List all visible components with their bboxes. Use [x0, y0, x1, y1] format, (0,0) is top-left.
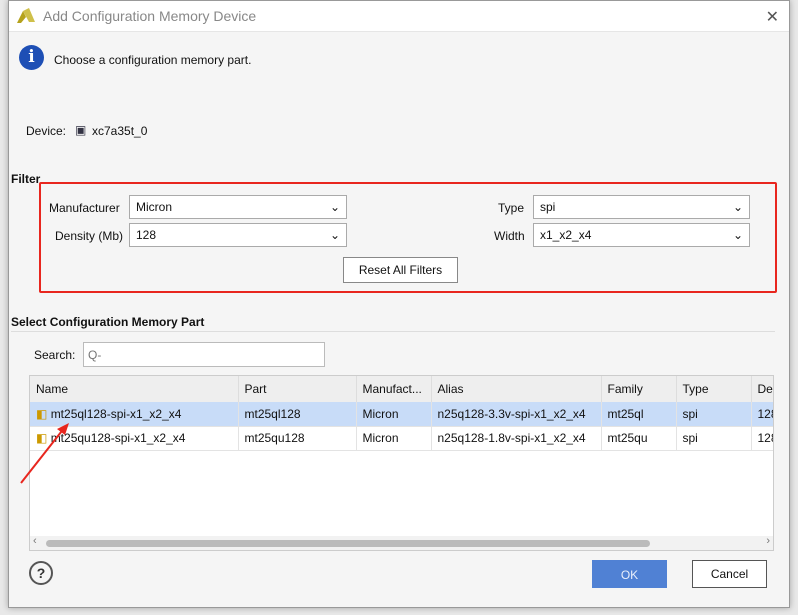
manufacturer-label: Manufacturer: [49, 201, 120, 215]
chip-icon: ▣: [75, 123, 87, 137]
chevron-down-icon: ⌄: [732, 228, 743, 242]
title-bar: Add Configuration Memory Device ✕: [9, 1, 789, 32]
ok-button[interactable]: OK: [592, 560, 667, 588]
cancel-button[interactable]: Cancel: [692, 560, 767, 588]
add-config-memory-dialog: Add Configuration Memory Device ✕ i Choo…: [8, 0, 790, 608]
density-label: Density (Mb): [55, 229, 124, 243]
device-label: Device:: [26, 124, 67, 138]
cell-family: mt25ql: [601, 402, 677, 427]
horizontal-scrollbar[interactable]: ‹ ›: [30, 535, 773, 550]
cell-type: spi: [676, 402, 752, 427]
width-select[interactable]: x1_x2_x4 ⌄: [533, 223, 750, 247]
cell-manufacturer: Micron: [356, 426, 432, 451]
type-select[interactable]: spi ⌄: [533, 195, 750, 219]
manufacturer-value: Micron: [136, 200, 173, 214]
divider: [11, 331, 775, 332]
scroll-right-icon[interactable]: ›: [766, 535, 770, 547]
type-value: spi: [540, 200, 556, 214]
select-part-heading: Select Configuration Memory Part: [11, 315, 205, 329]
parts-table-container: Name Part Manufact... Alias Family Type …: [29, 375, 774, 551]
width-value: x1_x2_x4: [540, 228, 592, 242]
table-header: Name Part Manufact... Alias Family Type …: [30, 376, 773, 402]
col-type[interactable]: Type: [676, 376, 752, 402]
cell-alias: n25q128-1.8v-spi-x1_x2_x4: [431, 426, 602, 451]
message: Choose a configuration memory part.: [54, 53, 252, 67]
cell-family: mt25qu: [601, 426, 677, 451]
cell-part: mt25ql128: [238, 402, 357, 427]
device-value: xc7a35t_0: [92, 124, 148, 138]
dialog-title: Add Configuration Memory Device: [43, 8, 257, 24]
col-alias[interactable]: Alias: [431, 376, 602, 402]
col-part[interactable]: Part: [238, 376, 357, 402]
search-input[interactable]: [83, 342, 325, 367]
scroll-left-icon[interactable]: ‹: [33, 535, 37, 547]
col-manufacturer[interactable]: Manufact...: [356, 376, 432, 402]
chevron-down-icon: ⌄: [732, 200, 743, 214]
vivado-logo-icon: [17, 8, 35, 23]
cell-manufacturer: Micron: [356, 402, 432, 427]
search-label: Search:: [34, 348, 76, 362]
parts-table: Name Part Manufact... Alias Family Type …: [30, 376, 773, 451]
close-icon[interactable]: ✕: [766, 7, 779, 27]
cell-alias: n25q128-3.3v-spi-x1_x2_x4: [431, 402, 602, 427]
col-family[interactable]: Family: [601, 376, 677, 402]
table-row[interactable]: ◧ mt25qu128-spi-x1_x2_x4 mt25qu128 Micro…: [30, 426, 773, 451]
reset-filters-button[interactable]: Reset All Filters: [343, 257, 458, 283]
density-select[interactable]: 128 ⌄: [129, 223, 347, 247]
col-name[interactable]: Name: [30, 376, 239, 402]
density-value: 128: [136, 228, 157, 242]
col-density[interactable]: Der: [751, 376, 773, 402]
scrollbar-thumb[interactable]: [46, 540, 650, 547]
width-label: Width: [494, 229, 525, 243]
manufacturer-select[interactable]: Micron ⌄: [129, 195, 347, 219]
cell-density: 128: [751, 402, 773, 427]
cell-part: mt25qu128: [238, 426, 357, 451]
cell-density: 128: [751, 426, 773, 451]
info-icon: i: [19, 45, 44, 70]
annotation-arrow: [20, 423, 69, 484]
cell-type: spi: [676, 426, 752, 451]
type-label: Type: [498, 201, 525, 215]
chevron-down-icon: ⌄: [329, 200, 340, 214]
chevron-down-icon: ⌄: [329, 228, 340, 242]
table-row[interactable]: ◧ mt25ql128-spi-x1_x2_x4 mt25ql128 Micro…: [30, 402, 773, 427]
help-button[interactable]: ?: [29, 561, 53, 585]
filter-heading: Filter: [11, 172, 41, 186]
